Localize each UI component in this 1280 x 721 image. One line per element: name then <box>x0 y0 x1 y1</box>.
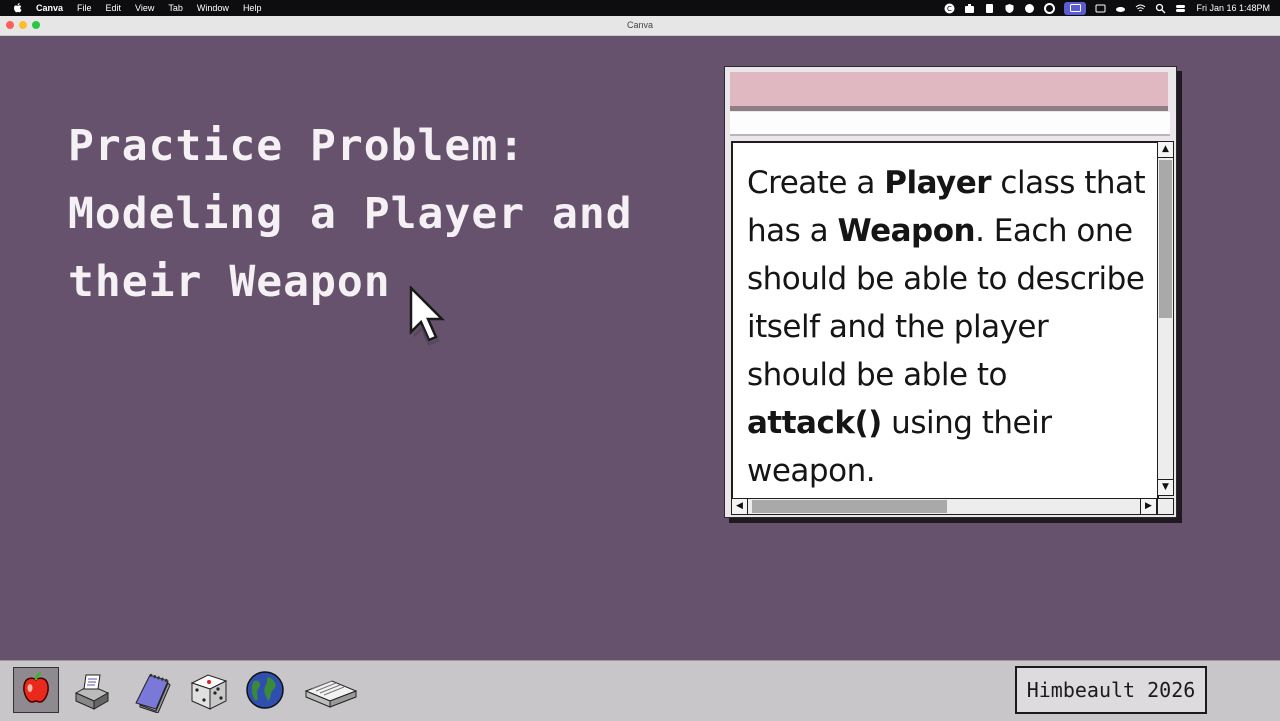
puzzle-icon[interactable] <box>1024 3 1035 14</box>
window-info-bar <box>730 112 1170 136</box>
retro-window: Create a Player class that has a Weapon.… <box>724 66 1177 518</box>
vertical-scroll-thumb[interactable] <box>1159 160 1172 318</box>
attack-keyword: attack() <box>747 405 882 441</box>
horizontal-scrollbar[interactable]: ◀ ▶ <box>731 498 1157 515</box>
scroll-down-arrow-icon[interactable]: ▼ <box>1158 479 1173 495</box>
scroll-right-arrow-icon[interactable]: ▶ <box>1140 499 1156 514</box>
slide-heading: Practice Problem: Modeling a Player and … <box>68 121 633 307</box>
extension-icon[interactable] <box>964 3 975 14</box>
problem-text-part-1: Create a <box>747 165 885 201</box>
cloud-icon[interactable] <box>1115 3 1126 14</box>
outlook-icon[interactable] <box>1095 3 1106 14</box>
vertical-scrollbar[interactable]: ▲ ▼ <box>1157 141 1174 496</box>
problem-text: Create a Player class that has a Weapon.… <box>733 143 1157 495</box>
menu-edit[interactable]: Edit <box>106 2 122 14</box>
menu-file[interactable]: File <box>77 2 92 14</box>
apple-icon[interactable] <box>13 667 59 713</box>
wifi-icon[interactable] <box>1135 3 1146 14</box>
credit-label: Himbeault 2026 <box>1015 666 1207 714</box>
apple-menu-icon[interactable] <box>12 2 24 14</box>
clipboard-icon[interactable] <box>984 3 995 14</box>
shield-icon[interactable] <box>1004 3 1015 14</box>
gear-status-icon[interactable] <box>1044 2 1056 14</box>
scroll-up-arrow-icon[interactable]: ▲ <box>1158 142 1173 158</box>
dice-icon[interactable] <box>186 667 232 713</box>
canva-status-icon[interactable]: C <box>944 3 955 14</box>
menu-help[interactable]: Help <box>243 2 262 14</box>
menubar-datetime[interactable]: Fri Jan 16 1:48PM <box>1196 3 1270 13</box>
screen-share-icon[interactable] <box>1064 1 1087 15</box>
printer-icon[interactable] <box>68 667 114 713</box>
horizontal-scroll-thumb[interactable] <box>752 500 947 513</box>
weapon-keyword: Weapon <box>837 213 976 249</box>
resize-corner[interactable] <box>1157 498 1174 515</box>
player-keyword: Player <box>884 165 992 201</box>
menu-bar: Canva File Edit View Tab Window Help C F… <box>0 0 1280 16</box>
scroll-left-arrow-icon[interactable]: ◀ <box>732 499 748 514</box>
svg-text:C: C <box>948 5 953 13</box>
menu-window[interactable]: Window <box>197 2 229 14</box>
notepad-icon[interactable] <box>128 667 174 714</box>
scanner-icon[interactable] <box>302 667 358 713</box>
window-title-bar[interactable] <box>730 72 1168 111</box>
mouse-pointer-icon <box>409 286 446 346</box>
retro-dock: Himbeault 2026 <box>0 660 1280 721</box>
menu-app-name[interactable]: Canva <box>36 2 63 14</box>
globe-icon[interactable] <box>242 667 288 713</box>
browser-title: Canva <box>626 20 653 30</box>
menu-tab[interactable]: Tab <box>168 2 183 14</box>
menu-view[interactable]: View <box>135 2 154 14</box>
search-icon[interactable] <box>1155 3 1166 14</box>
browser-title-bar: Canva <box>0 16 1280 36</box>
window-content: Create a Player class that has a Weapon.… <box>731 141 1159 500</box>
control-center-icon[interactable] <box>1175 3 1186 14</box>
